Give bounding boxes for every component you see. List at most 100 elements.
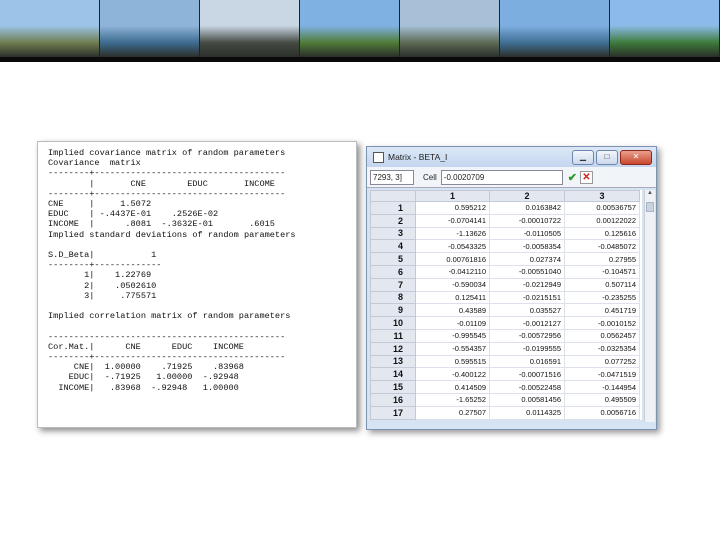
matrix-cell[interactable]: -0.235255 (564, 290, 640, 305)
table-row: 16 -1.65252 0.00581456 0.495509 (370, 392, 640, 407)
row-header[interactable]: 14 (370, 367, 416, 382)
checkmark-icon[interactable]: ✔ (568, 171, 577, 184)
matrix-cell[interactable]: 0.0056716 (564, 405, 640, 420)
table-row: 4 -0.0543325 -0.0058354 -0.0485072 (370, 239, 640, 254)
matrix-cell[interactable]: 0.595212 (415, 201, 490, 215)
row-header[interactable]: 11 (370, 328, 416, 343)
minimize-button[interactable]: ▁ (572, 149, 594, 165)
scroll-up-icon[interactable]: ▲ (645, 190, 655, 200)
matrix-cell[interactable]: -0.01109 (415, 316, 490, 330)
matrix-cell[interactable]: -0.0212949 (489, 277, 565, 292)
maximize-button[interactable]: □ (596, 149, 618, 165)
matrix-cell[interactable]: 0.0114325 (489, 405, 565, 420)
matrix-cell[interactable]: 0.027374 (489, 252, 565, 266)
column-header-3[interactable]: 3 (564, 190, 640, 202)
row-header[interactable]: 1 (370, 201, 416, 215)
row-header[interactable]: 2 (370, 213, 416, 228)
matrix-cell[interactable]: 0.077252 (564, 354, 640, 369)
matrix-cell[interactable]: 0.0562457 (564, 328, 640, 343)
row-header[interactable]: 9 (370, 303, 416, 318)
matrix-cell[interactable]: -0.0325354 (564, 341, 640, 356)
matrix-cell[interactable]: -0.0543325 (415, 239, 490, 254)
row-header[interactable]: 12 (370, 341, 416, 356)
matrix-cell[interactable]: 0.43589 (415, 303, 490, 318)
matrix-cell[interactable]: -0.0199555 (489, 341, 565, 356)
matrix-cell[interactable]: 0.27955 (564, 252, 640, 266)
matrix-cell[interactable]: 0.414509 (415, 380, 490, 394)
matrix-cell[interactable]: 0.0163842 (489, 201, 565, 215)
matrix-cell[interactable]: -1.13626 (415, 226, 490, 241)
row-header[interactable]: 13 (370, 354, 416, 369)
matrix-cell[interactable]: -0.0110505 (489, 226, 565, 241)
cell-reference-field[interactable]: 7293, 3] (370, 169, 414, 185)
matrix-cell[interactable]: 0.125616 (564, 226, 640, 241)
matrix-cell[interactable]: -0.995545 (415, 328, 490, 343)
close-button[interactable]: ✕ (620, 149, 652, 165)
matrix-cell[interactable]: 0.507114 (564, 277, 640, 292)
matrix-cell[interactable]: -0.0704141 (415, 213, 490, 228)
scroll-thumb[interactable] (646, 202, 654, 212)
matrix-cell[interactable]: -0.00572956 (489, 328, 565, 343)
matrix-cell[interactable]: 0.451719 (564, 303, 640, 318)
matrix-cell[interactable]: -0.0215151 (489, 290, 565, 305)
matrix-cell[interactable]: -0.0471519 (564, 367, 640, 382)
matrix-cell[interactable]: -0.00522458 (489, 380, 565, 394)
matrix-cell[interactable]: -0.00071516 (489, 367, 565, 382)
table-row: 13 0.595515 0.016591 0.077252 (370, 354, 640, 369)
banner-photo-lakeside-promenade (200, 0, 301, 57)
matrix-cell[interactable]: 0.00581456 (489, 392, 565, 407)
matrix-cell[interactable]: 0.035527 (489, 303, 565, 318)
row-header[interactable]: 3 (370, 226, 416, 241)
matrix-cell[interactable]: 0.27507 (415, 405, 490, 420)
matrix-cell[interactable]: -1.65252 (415, 392, 490, 407)
matrix-cell[interactable]: 0.125411 (415, 290, 490, 305)
row-header[interactable]: 8 (370, 290, 416, 305)
output-text: Implied covariance matrix of random para… (48, 148, 296, 393)
table-row: 2 -0.0704141 -0.00010722 0.00122022 (370, 213, 640, 228)
matrix-cell[interactable]: 0.495509 (564, 392, 640, 407)
table-row: 11 -0.995545 -0.00572956 0.0562457 (370, 328, 640, 343)
banner-photo-mountain-lake (500, 0, 611, 57)
matrix-cell[interactable]: -0.0058354 (489, 239, 565, 254)
vertical-scrollbar[interactable]: ▲ (644, 190, 655, 422)
row-header[interactable]: 6 (370, 264, 416, 279)
table-row: 9 0.43589 0.035527 0.451719 (370, 303, 640, 318)
matrix-cell[interactable]: 0.016591 (489, 354, 565, 369)
row-header[interactable]: 7 (370, 277, 416, 292)
matrix-cell[interactable]: -0.0412110 (415, 264, 490, 279)
matrix-cell[interactable]: 0.595515 (415, 354, 490, 369)
matrix-cell[interactable]: -0.0012127 (489, 316, 565, 330)
matrix-table: 123 1 0.595212 0.0163842 0.00536757 2 -0.0704… (370, 190, 640, 420)
row-header[interactable]: 10 (370, 316, 416, 330)
matrix-cell[interactable]: 0.00536757 (564, 201, 640, 215)
matrix-cell[interactable]: -0.554357 (415, 341, 490, 356)
row-header[interactable]: 17 (370, 405, 416, 420)
table-row: 10 -0.01109 -0.0012127 -0.0010152 (370, 316, 640, 330)
cancel-x-icon[interactable]: ✕ (580, 170, 593, 184)
matrix-cell[interactable]: 0.00122022 (564, 213, 640, 228)
matrix-cell[interactable]: -0.0485072 (564, 239, 640, 254)
row-header[interactable]: 4 (370, 239, 416, 254)
table-row: 8 0.125411 -0.0215151 -0.235255 (370, 290, 640, 305)
matrix-cell[interactable]: -0.590034 (415, 277, 490, 292)
column-header-2[interactable]: 2 (489, 190, 565, 202)
matrix-cell[interactable]: 0.00761816 (415, 252, 490, 266)
banner-divider (0, 57, 720, 62)
row-header[interactable]: 15 (370, 380, 416, 394)
output-text-window: Implied covariance matrix of random para… (37, 141, 357, 428)
row-header[interactable]: 5 (370, 252, 416, 266)
matrix-cell[interactable]: -0.104571 (564, 264, 640, 279)
matrix-cell[interactable]: -0.0010152 (564, 316, 640, 330)
matrix-cell[interactable]: -0.00010722 (489, 213, 565, 228)
row-header[interactable]: 16 (370, 392, 416, 407)
column-header-1[interactable]: 1 (415, 190, 490, 202)
matrix-cell[interactable]: -0.00551040 (489, 264, 565, 279)
window-titlebar[interactable]: Matrix - BETA_I ▁ □ ✕ (367, 147, 656, 167)
table-row: 17 0.27507 0.0114325 0.0056716 (370, 405, 640, 420)
cell-label: Cell (423, 172, 437, 182)
matrix-cell[interactable]: -0.144954 (564, 380, 640, 394)
table-row: 15 0.414509 -0.00522458 -0.144954 (370, 380, 640, 394)
matrix-cell[interactable]: -0.400122 (415, 367, 490, 382)
cell-value-input[interactable]: -0.0020709 (440, 169, 563, 185)
corner-header (370, 190, 416, 202)
